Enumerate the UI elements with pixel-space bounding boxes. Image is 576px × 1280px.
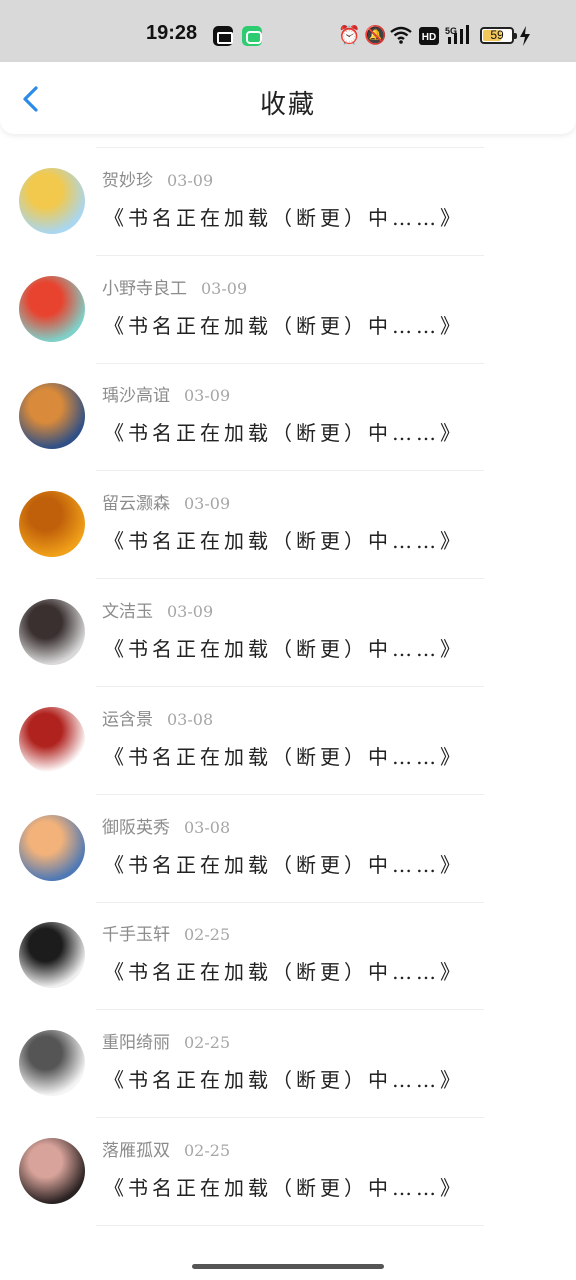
book-title: 《书名正在加载（断更）中……》 bbox=[104, 529, 464, 554]
wechat-icon bbox=[242, 26, 262, 46]
item-meta: 运含景 03-08 bbox=[102, 705, 213, 731]
status-time: 19:28 bbox=[146, 22, 198, 44]
list-item[interactable]: 小野寺良工 03-09 《书名正在加载（断更）中……》 bbox=[0, 256, 576, 364]
item-date: 02-25 bbox=[184, 925, 231, 945]
wifi-icon bbox=[390, 26, 412, 44]
item-date: 03-09 bbox=[167, 602, 214, 621]
author-name: 重阳绮丽 bbox=[102, 1033, 170, 1054]
avatar[interactable] bbox=[19, 491, 85, 558]
svg-text:HD: HD bbox=[422, 32, 436, 43]
page-title: 收藏 bbox=[259, 90, 316, 120]
list-item[interactable]: 重阳绮丽 02-25 《书名正在加载（断更）中……》 bbox=[0, 1010, 576, 1119]
item-meta: 小野寺良工 03-09 bbox=[102, 274, 247, 300]
book-title: 《书名正在加载（断更）中……》 bbox=[104, 1068, 464, 1093]
book-title: 《书名正在加载（断更）中……》 bbox=[104, 421, 464, 446]
author-name: 落雁孤双 bbox=[102, 1141, 170, 1161]
author-name: 贺妙珍 bbox=[102, 170, 153, 191]
item-date: 03-09 bbox=[184, 386, 231, 406]
item-date: 03-08 bbox=[167, 709, 214, 729]
list-item[interactable]: 落雁孤双 02-25 《书名正在加载（断更）中……》 bbox=[0, 1118, 576, 1226]
book-title: 《书名正在加载（断更）中……》 bbox=[104, 960, 464, 985]
book-title: 《书名正在加载（断更）中……》 bbox=[104, 313, 464, 338]
avatar[interactable] bbox=[19, 814, 85, 881]
list-item[interactable]: 留云灏森 03-09 《书名正在加载（断更）中……》 bbox=[0, 471, 576, 580]
item-date: 03-09 bbox=[167, 170, 214, 190]
item-date: 03-09 bbox=[184, 494, 231, 514]
author-name: 文洁玉 bbox=[102, 602, 153, 622]
book-title: 《书名正在加载（断更）中……》 bbox=[104, 852, 464, 877]
author-name: 瑀沙高谊 bbox=[102, 386, 170, 407]
capcut-icon bbox=[213, 26, 233, 46]
list-item[interactable]: 御阪英秀 03-08 《书名正在加载（断更）中……》 bbox=[0, 795, 576, 903]
signal-5g-icon: 5G bbox=[445, 25, 469, 44]
list-item[interactable]: 运含景 03-08 《书名正在加载（断更）中……》 bbox=[0, 687, 576, 795]
battery-level: 59 bbox=[490, 28, 504, 42]
item-date: 03-09 bbox=[201, 278, 248, 298]
author-name: 留云灏森 bbox=[102, 494, 170, 515]
book-title: 《书名正在加载（断更）中……》 bbox=[104, 1176, 464, 1200]
book-title: 《书名正在加载（断更）中……》 bbox=[104, 205, 464, 230]
item-date: 02-25 bbox=[184, 1033, 231, 1053]
item-meta: 落雁孤双 02-25 bbox=[102, 1136, 230, 1162]
avatar[interactable] bbox=[19, 167, 85, 234]
item-meta: 重阳绮丽 02-25 bbox=[102, 1028, 230, 1054]
avatar[interactable] bbox=[19, 599, 85, 665]
header: 收藏 bbox=[0, 62, 576, 134]
hd-icon: HD bbox=[419, 27, 439, 45]
list-item[interactable]: 文洁玉 03-09 《书名正在加载（断更）中……》 bbox=[0, 579, 576, 687]
item-meta: 文洁玉 03-09 bbox=[102, 597, 213, 623]
alarm-icon: ⏰ bbox=[338, 25, 361, 46]
status-bar: 19:28 ⏰ 🔕 HD 5G 59 bbox=[0, 0, 576, 62]
item-meta: 瑀沙高谊 03-09 bbox=[102, 381, 230, 407]
list-item[interactable]: 瑀沙高谊 03-09 《书名正在加载（断更）中……》 bbox=[0, 363, 576, 472]
author-name: 运含景 bbox=[102, 709, 153, 730]
item-date: 03-08 bbox=[184, 817, 231, 837]
book-title: 《书名正在加载（断更）中……》 bbox=[104, 637, 464, 661]
avatar[interactable] bbox=[19, 1030, 85, 1097]
author-name: 小野寺良工 bbox=[102, 278, 187, 299]
item-meta: 千手玉轩 02-25 bbox=[102, 920, 230, 946]
avatar[interactable] bbox=[19, 1138, 85, 1204]
item-meta: 贺妙珍 03-09 bbox=[102, 166, 213, 192]
author-name: 千手玉轩 bbox=[102, 925, 170, 946]
charging-icon bbox=[520, 26, 530, 46]
avatar[interactable] bbox=[19, 922, 85, 989]
list-item[interactable]: 千手玉轩 02-25 《书名正在加载（断更）中……》 bbox=[0, 902, 576, 1011]
list-item[interactable]: 贺妙珍 03-09 《书名正在加载（断更）中……》 bbox=[0, 148, 576, 256]
divider bbox=[96, 1225, 484, 1226]
home-indicator[interactable] bbox=[192, 1264, 384, 1269]
favorites-list: 《书名正在加载（断更）中……》贺妙珍03-09《书名正在加载（断更）中……》小野… bbox=[0, 126, 576, 1260]
item-date: 02-25 bbox=[184, 1141, 231, 1160]
avatar[interactable] bbox=[19, 275, 85, 342]
author-name: 御阪英秀 bbox=[102, 817, 170, 838]
avatar[interactable] bbox=[19, 706, 85, 773]
item-meta: 御阪英秀 03-08 bbox=[102, 813, 230, 839]
item-meta: 留云灏森 03-09 bbox=[102, 489, 230, 515]
mute-icon: 🔕 bbox=[364, 25, 387, 46]
battery-icon: 59 bbox=[480, 27, 517, 44]
book-title: 《书名正在加载（断更）中……》 bbox=[104, 744, 464, 769]
avatar[interactable] bbox=[19, 383, 85, 450]
